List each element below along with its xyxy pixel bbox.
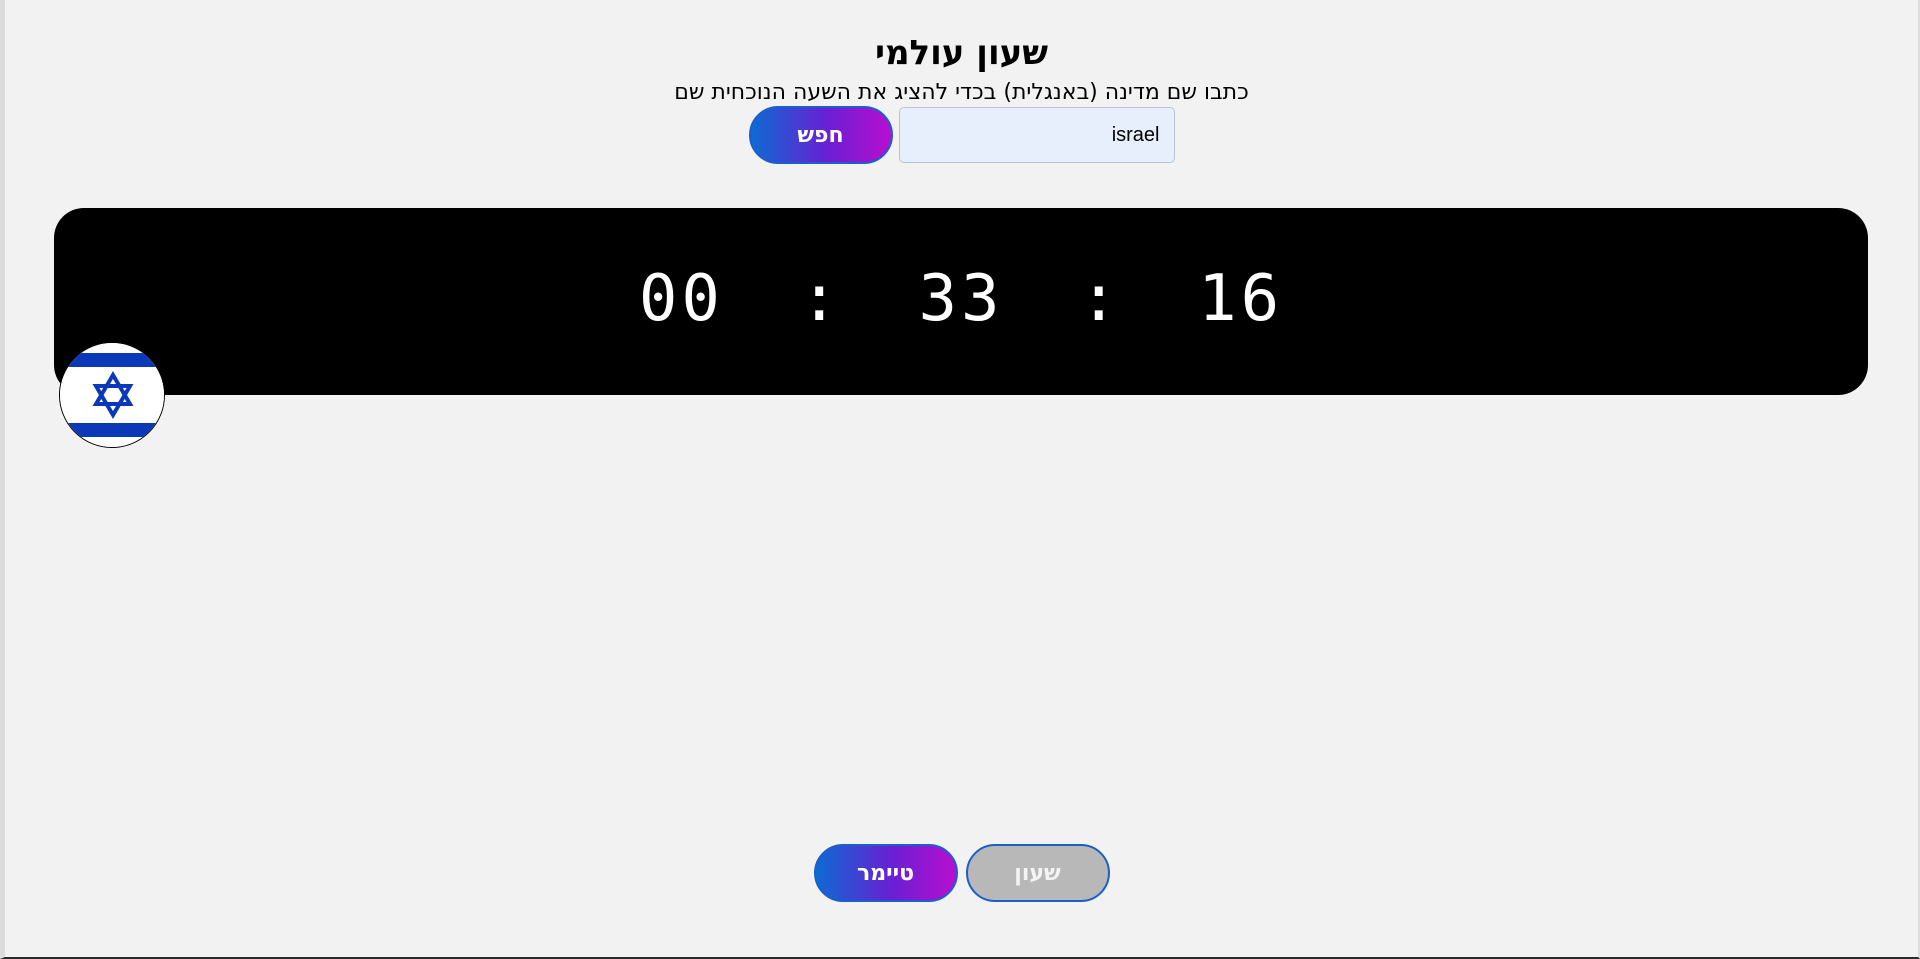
page-instructions: כתבו שם מדינה (באנגלית) בכדי להציג את הש… (674, 80, 1249, 105)
clock-hours: 00 (638, 261, 724, 336)
clock-seconds: 16 (1198, 261, 1284, 336)
clock-display-panel: 00 : 33 : 16 (54, 208, 1868, 395)
clock-minutes: 33 (918, 261, 1004, 336)
world-clock-page: שעון עולמי כתבו שם מדינה (באנגלית) בכדי … (0, 0, 1920, 959)
clock-separator: : (1079, 261, 1123, 336)
israel-flag-icon (59, 342, 165, 448)
page-title: שעון עולמי (874, 33, 1049, 73)
search-button[interactable]: חפש (748, 106, 893, 164)
header: שעון עולמי כתבו שם מדינה (באנגלית) בכדי … (5, 28, 1918, 108)
clock-readout: 00 : 33 : 16 (639, 262, 1283, 336)
flag-graphic (60, 343, 164, 447)
timer-button[interactable]: טיימר (813, 844, 958, 902)
clock-button[interactable]: שעון (965, 844, 1110, 902)
search-bar: חפש (5, 106, 1918, 164)
clock-separator: : (799, 261, 843, 336)
bottom-navigation: טיימר שעון (5, 844, 1918, 902)
country-search-input[interactable] (898, 107, 1175, 163)
